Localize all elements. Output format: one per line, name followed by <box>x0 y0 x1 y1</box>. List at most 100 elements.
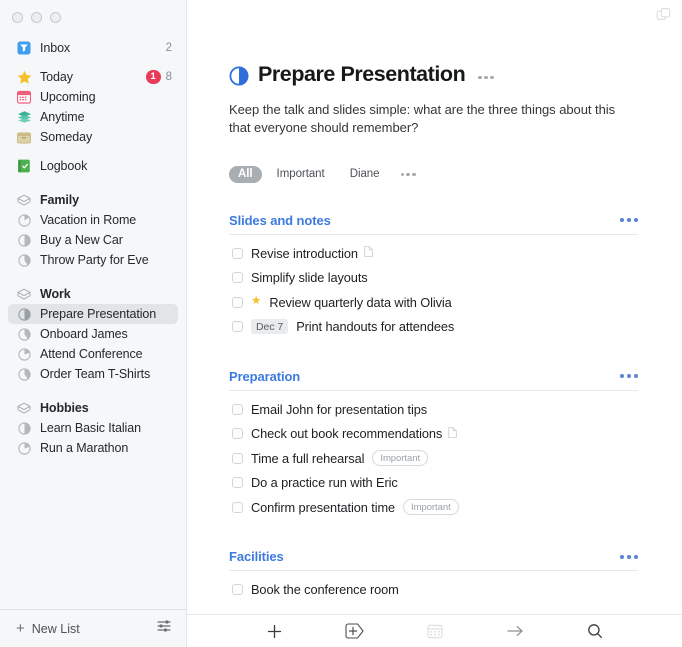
sidebar-item-logbook[interactable]: Logbook <box>8 156 178 176</box>
project-progress-icon[interactable] <box>229 65 249 86</box>
sidebar-item-inbox[interactable]: Inbox 2 <box>8 38 178 58</box>
project-notes[interactable]: Keep the talk and slides simple: what ar… <box>229 101 629 138</box>
task-row[interactable]: Book the conference room <box>229 577 638 602</box>
box-icon <box>16 129 32 145</box>
search-button[interactable] <box>587 623 603 639</box>
project-content: Prepare Presentation Keep the talk and s… <box>187 0 682 602</box>
task-checkbox[interactable] <box>232 296 243 308</box>
task-row[interactable]: ★ Review quarterly data with Olivia <box>229 290 638 315</box>
task-title: Simplify slide layouts <box>251 270 368 286</box>
sidebar-item-anytime[interactable]: Anytime <box>8 107 178 127</box>
divider <box>0 270 186 284</box>
sidebar-item-someday[interactable]: Someday <box>8 127 178 147</box>
task-row[interactable]: Time a full rehearsal Important <box>229 446 638 471</box>
task-checkbox[interactable] <box>232 477 243 489</box>
progress-circle-icon <box>16 366 32 382</box>
project-menu-ellipsis-icon[interactable] <box>478 75 495 80</box>
task-date-badge: Dec 7 <box>251 319 289 335</box>
sliders-icon[interactable] <box>156 619 172 638</box>
filter-chip-diane[interactable]: Diane <box>340 166 390 183</box>
task-row[interactable]: Simplify slide layouts <box>229 265 638 290</box>
sidebar-item-onboard-james[interactable]: Onboard James <box>8 324 178 344</box>
area-box-icon <box>16 400 32 416</box>
filter-chip-important[interactable]: Important <box>267 166 335 183</box>
sidebar-item-buy-a-new-car[interactable]: Buy a New Car <box>8 230 178 250</box>
task-title: Email John for presentation tips <box>251 401 428 417</box>
section-title: Preparation <box>229 368 301 384</box>
task-row[interactable]: Revise introduction <box>229 241 638 266</box>
filter-chip-all[interactable]: All <box>229 165 262 183</box>
sidebar-item-order-team-t-shirts[interactable]: Order Team T-Shirts <box>8 364 178 384</box>
progress-circle-icon <box>16 306 32 322</box>
task-checkbox[interactable] <box>232 272 243 284</box>
sidebar-area-label: Family <box>40 193 79 207</box>
section-title: Slides and notes <box>229 212 331 228</box>
section-menu-ellipsis-icon[interactable] <box>620 554 638 559</box>
sidebar-item-label: Order Team T-Shirts <box>40 367 151 381</box>
sidebar-item-attend-conference[interactable]: Attend Conference <box>8 344 178 364</box>
window-traffic-lights <box>0 0 186 26</box>
zoom-button[interactable] <box>50 11 61 23</box>
plus-icon: + <box>16 620 25 637</box>
progress-circle-icon <box>16 252 32 268</box>
task-row[interactable]: Confirm presentation time Important <box>229 495 638 520</box>
new-todo-button[interactable] <box>266 623 283 640</box>
section-menu-ellipsis-icon[interactable] <box>620 374 638 379</box>
star-icon <box>16 69 32 85</box>
task-checkbox[interactable] <box>232 403 243 415</box>
sidebar-item-upcoming[interactable]: Upcoming <box>8 87 178 107</box>
sidebar-item-label: Vacation in Rome <box>40 213 137 227</box>
sidebar-item-label: Prepare Presentation <box>40 307 157 321</box>
sidebar-item-label: Buy a New Car <box>40 233 123 247</box>
divider <box>0 384 186 398</box>
area-box-icon <box>16 286 32 302</box>
sidebar-area-family[interactable]: Family <box>8 190 178 210</box>
task-checkbox[interactable] <box>232 584 243 596</box>
sidebar-item-prepare-presentation[interactable]: Prepare Presentation <box>8 304 178 324</box>
sidebar-item-run-a-marathon[interactable]: Run a Marathon <box>8 438 178 458</box>
task-title: Confirm presentation time <box>251 499 396 515</box>
things-app-window: Inbox 2 Today 1 8 Upcoming Anytime Somed… <box>0 0 682 647</box>
windows-copy-icon[interactable] <box>656 7 672 28</box>
task-row[interactable]: Dec 7 Print handouts for attendees <box>229 314 638 339</box>
filter-more-ellipsis-icon[interactable] <box>400 172 416 177</box>
sidebar-item-vacation-in-rome[interactable]: Vacation in Rome <box>8 210 178 230</box>
section-header: Facilities <box>229 549 638 572</box>
sidebar-item-learn-basic-italian[interactable]: Learn Basic Italian <box>8 418 178 438</box>
task-tag[interactable]: Important <box>372 450 429 467</box>
sidebar-area-hobbies[interactable]: Hobbies <box>8 398 178 418</box>
task-checkbox[interactable] <box>232 247 243 259</box>
sidebar-item-label: Throw Party for Eve <box>40 253 149 267</box>
sidebar-area-work[interactable]: Work <box>8 284 178 304</box>
task-row[interactable]: Do a practice run with Eric <box>229 470 638 495</box>
task-checkbox[interactable] <box>232 452 243 464</box>
task-row[interactable]: Check out book recommendations <box>229 421 638 446</box>
section-menu-ellipsis-icon[interactable] <box>620 218 638 223</box>
progress-circle-icon <box>16 212 32 228</box>
task-checkbox[interactable] <box>232 428 243 440</box>
task-checkbox[interactable] <box>232 501 243 513</box>
close-button[interactable] <box>12 11 23 23</box>
area-box-icon <box>16 192 32 208</box>
progress-circle-icon <box>16 440 32 456</box>
minimize-button[interactable] <box>31 11 42 23</box>
progress-circle-icon <box>16 346 32 362</box>
sidebar-item-label: Today <box>40 70 73 84</box>
when-button[interactable] <box>427 623 444 639</box>
sidebar-item-label: Attend Conference <box>40 347 143 361</box>
task-list: Revise introduction Simplify slide layou… <box>229 235 638 339</box>
main-panel: Prepare Presentation Keep the talk and s… <box>187 0 682 647</box>
task-tag[interactable]: Important <box>403 499 459 516</box>
new-list-button[interactable]: + New List <box>16 621 80 636</box>
task-title: Revise introduction <box>251 245 358 261</box>
section-facilities: Facilities Book the conference room <box>229 549 638 602</box>
sidebar-item-throw-party-for-eve[interactable]: Throw Party for Eve <box>8 250 178 270</box>
task-title: Book the conference room <box>251 582 399 598</box>
page-title: Prepare Presentation <box>258 62 466 86</box>
sidebar-item-today[interactable]: Today 1 8 <box>8 67 178 87</box>
task-checkbox[interactable] <box>232 321 243 333</box>
task-row[interactable]: Email John for presentation tips <box>229 397 638 422</box>
new-heading-button[interactable] <box>345 623 365 639</box>
move-button[interactable] <box>506 624 525 638</box>
task-list: Book the conference room <box>229 571 638 602</box>
